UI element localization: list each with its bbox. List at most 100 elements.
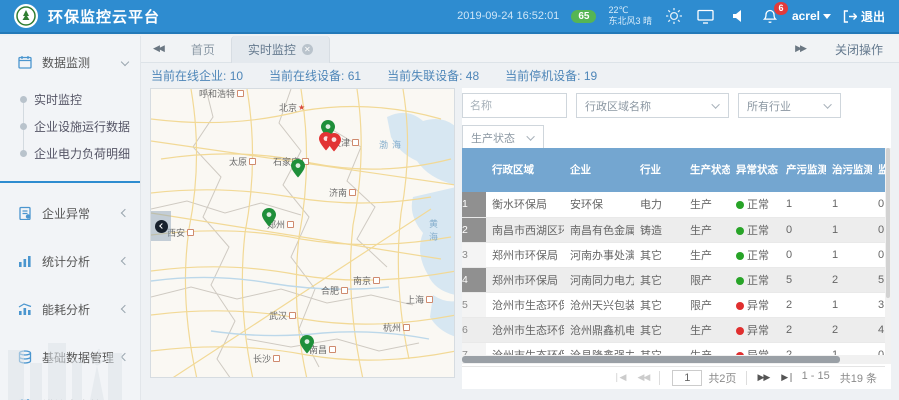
scrollbar-thumb[interactable] <box>886 148 890 298</box>
sidebar-subitem-realtime-monitoring[interactable]: 实时监控 <box>0 86 140 113</box>
map-city-label: 南京 <box>353 274 380 287</box>
tab-close-icon[interactable]: ✕ <box>302 44 313 55</box>
datetime-display: 2019-09-24 16:52:01 <box>457 10 559 22</box>
sidebar-subitem-facility-data[interactable]: 企业设施运行数据 <box>0 113 140 140</box>
divider <box>659 371 660 385</box>
temperature: 22℃ <box>608 5 628 15</box>
enterprise-table: 行政区域 企业 行业 生产状态 异常状态 产污监测点数量 治污监测点数量 监测点… <box>462 148 885 355</box>
cell-v2: 1 <box>826 217 872 242</box>
cell-industry: 其它 <box>634 317 684 342</box>
prev-page-icon[interactable]: ◀◀ <box>631 373 655 383</box>
cell-v1: 0 <box>780 242 826 267</box>
sidebar-item-data-monitoring[interactable]: 数据监测 <box>0 44 140 80</box>
col-region[interactable]: 行政区域 <box>486 148 564 192</box>
table-row[interactable]: 6 沧州市生态环保局 沧州鼎鑫机电设备 其它 生产 异常 2 2 4 <box>462 317 885 342</box>
stats-bar: 当前在线企业: 10 当前在线设备: 61 当前失联设备: 48 当前停机设备:… <box>141 63 899 88</box>
region-select[interactable]: 行政区域名称 <box>576 93 729 118</box>
horizontal-scrollbar[interactable] <box>462 355 885 364</box>
status-dot-green <box>736 252 744 260</box>
cell-v1: 0 <box>780 217 826 242</box>
cell-prod-status: 生产 <box>684 242 730 267</box>
bar-chart-icon <box>18 254 32 268</box>
tab-home[interactable]: 首页 <box>175 36 231 63</box>
vertical-scrollbar[interactable] <box>885 148 891 364</box>
table-row[interactable]: 2 南昌市西湖区环保 南昌有色金属有限 铸造 生产 正常 0 1 0 <box>462 217 885 242</box>
row-number: 7 <box>462 342 486 355</box>
col-pollution-points[interactable]: 产污监测点数量 <box>780 148 826 192</box>
logout-label: 退出 <box>861 8 885 25</box>
page-title: 环保监控云平台 <box>48 6 160 27</box>
cell-v3: 3 <box>872 292 885 317</box>
status-dot-red <box>736 327 744 335</box>
stat-online-devices: 当前在线设备: 61 <box>269 67 361 84</box>
status-dot-red <box>736 302 744 310</box>
map-pin-green[interactable] <box>291 159 305 178</box>
production-status-select[interactable]: 生产状态 <box>462 125 544 150</box>
table-row[interactable]: 3 郑州市环保局 河南办事处演示 其它 生产 正常 0 1 0 <box>462 242 885 267</box>
table-row[interactable]: 5 沧州市生态环保局 沧州天兴包装制品 其它 限产 异常 2 1 3 <box>462 292 885 317</box>
cell-region: 沧州市生态环保局 <box>486 292 564 317</box>
map-pin-green[interactable] <box>262 208 276 227</box>
table-row[interactable]: 1 衡水环保局 安环保 电力 生产 正常 1 1 0 <box>462 192 885 217</box>
close-operations-menu[interactable]: 关闭操作 <box>835 41 883 58</box>
map-pin-green[interactable] <box>300 335 314 354</box>
username: acrel <box>792 9 820 23</box>
tabs-scroll-right-icon[interactable]: ▶▶ <box>783 44 817 54</box>
first-page-icon[interactable]: ❘◀ <box>607 373 631 383</box>
last-page-icon[interactable]: ▶❘ <box>775 373 799 383</box>
logout-button[interactable]: 退出 <box>843 8 885 25</box>
cell-v3: 4 <box>872 317 885 342</box>
tab-label: 实时监控 <box>248 41 296 58</box>
notification-count-badge[interactable]: 6 <box>774 2 788 15</box>
cell-v2: 2 <box>826 267 872 292</box>
cell-company: 河南同力电力设计 <box>564 267 634 292</box>
cell-company: 安环保 <box>564 192 634 217</box>
calendar-icon <box>18 55 32 69</box>
col-abnormal-status[interactable]: 异常状态 <box>730 148 780 192</box>
col-company[interactable]: 企业 <box>564 148 634 192</box>
monitor-icon[interactable] <box>696 6 716 26</box>
row-number: 4 <box>462 267 486 292</box>
chevron-down-icon <box>823 100 831 108</box>
tab-realtime-monitoring[interactable]: 实时监控 ✕ <box>231 36 330 63</box>
notifications-bell-icon[interactable]: 6 <box>760 6 780 26</box>
table-row[interactable]: 4 郑州市环保局 河南同力电力设计 其它 限产 正常 5 2 5 <box>462 267 885 292</box>
sidebar-subitem-power-load-detail[interactable]: 企业电力负荷明细 <box>0 140 140 167</box>
map-collapse-button[interactable] <box>151 211 171 241</box>
name-search-input[interactable] <box>462 93 567 118</box>
aqi-badge: 65 <box>571 10 596 23</box>
weather-display: 22℃ 东北风3 晴 <box>608 5 652 27</box>
map-city-label: 西安 <box>167 226 194 239</box>
map-panel[interactable]: 呼和浩特 北京 天津 渤海 太原 石家庄 济南 黄海 西安 郑州 合肥 南京 上… <box>150 88 455 378</box>
col-treatment-points[interactable]: 治污监测点数量 <box>826 148 872 192</box>
chevron-down-icon <box>526 132 534 140</box>
cell-region: 南昌市西湖区环保 <box>486 217 564 242</box>
sidebar-item-enterprise-abnormal[interactable]: 企业异常 <box>0 195 140 231</box>
cell-abnormal-status: 异常 <box>730 342 780 355</box>
map-pin-red[interactable] <box>327 133 341 152</box>
cell-v3: 5 <box>872 267 885 292</box>
industry-select[interactable]: 所有行业 <box>738 93 841 118</box>
cell-abnormal-status: 正常 <box>730 217 780 242</box>
speaker-mute-icon[interactable] <box>728 6 748 26</box>
tab-bar: ◀◀ 首页 实时监控 ✕ ▶▶ 关闭操作 <box>141 36 899 63</box>
bullet-icon <box>20 123 27 130</box>
tabs-scroll-left-icon[interactable]: ◀◀ <box>141 44 175 54</box>
col-industry[interactable]: 行业 <box>634 148 684 192</box>
col-rownum <box>462 148 486 192</box>
user-menu[interactable]: acrel <box>792 9 831 23</box>
cell-prod-status: 生产 <box>684 317 730 342</box>
cell-v2: 1 <box>826 242 872 267</box>
table-row[interactable]: 7 沧州市生态环保局 沧县隆鑫强力加工 其它 生产 异常 2 1 0 <box>462 342 885 355</box>
table-header-row: 行政区域 企业 行业 生产状态 异常状态 产污监测点数量 治污监测点数量 监测点… <box>462 148 885 192</box>
sidebar-item-statistics-analysis[interactable]: 统计分析 <box>0 243 140 279</box>
next-page-icon[interactable]: ▶▶ <box>751 373 775 383</box>
page-number-input[interactable] <box>672 370 702 386</box>
col-prod-status[interactable]: 生产状态 <box>684 148 730 192</box>
scrollbar-thumb[interactable] <box>462 356 840 363</box>
row-number: 6 <box>462 317 486 342</box>
sidebar-item-label: 统计分析 <box>42 253 90 270</box>
cell-v3: 0 <box>872 242 885 267</box>
cell-v2: 1 <box>826 192 872 217</box>
col-running-points[interactable]: 监测点运行 <box>872 148 885 192</box>
